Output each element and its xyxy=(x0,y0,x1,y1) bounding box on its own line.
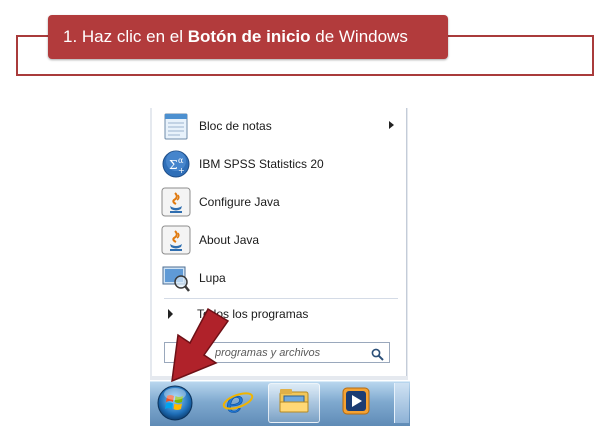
notepad-icon xyxy=(160,110,192,142)
internet-explorer-icon: e xyxy=(221,384,255,422)
menu-item-label: IBM SPSS Statistics 20 xyxy=(199,157,324,171)
menu-item-label: Lupa xyxy=(199,271,226,285)
svg-text:+: + xyxy=(178,166,185,175)
windows-explorer-icon xyxy=(277,386,311,420)
instruction-bold: Botón de inicio xyxy=(187,27,311,46)
taskbar-internet-explorer[interactable]: e xyxy=(212,383,264,423)
menu-item-spss[interactable]: Σ α + IBM SPSS Statistics 20 xyxy=(158,146,398,182)
taskbar-overflow xyxy=(394,383,409,423)
magnifier-app-icon xyxy=(160,262,192,294)
java-icon xyxy=(160,224,192,256)
spss-icon: Σ α + xyxy=(160,148,192,180)
pointer-arrow xyxy=(171,307,230,383)
menu-separator xyxy=(164,298,398,299)
menu-item-lupa[interactable]: Lupa xyxy=(158,260,398,296)
start-button[interactable] xyxy=(155,383,195,423)
menu-item-label: About Java xyxy=(199,233,260,247)
submenu-arrow-icon xyxy=(389,121,394,129)
menu-item-label: Configure Java xyxy=(199,195,280,209)
svg-text:Σ: Σ xyxy=(169,158,177,172)
taskbar-media-player[interactable] xyxy=(330,383,382,423)
svg-text:α: α xyxy=(178,156,184,165)
svg-text:e: e xyxy=(226,385,244,418)
instruction-prefix: 1. Haz clic en el xyxy=(63,27,188,46)
media-player-icon xyxy=(341,386,371,420)
search-input[interactable] xyxy=(215,346,389,359)
menu-item-about-java[interactable]: About Java xyxy=(158,222,398,258)
menu-item-bloc-de-notas[interactable]: Bloc de notas xyxy=(158,108,398,144)
instruction-suffix: de Windows xyxy=(310,27,408,46)
taskbar-windows-explorer[interactable] xyxy=(268,383,320,423)
search-icon[interactable] xyxy=(371,346,384,365)
menu-item-configure-java[interactable]: Configure Java xyxy=(158,184,398,220)
java-icon xyxy=(160,186,192,218)
instruction-banner: 1. Haz clic en el Botón de inicio de Win… xyxy=(48,15,448,59)
menu-item-label: Bloc de notas xyxy=(199,119,272,133)
